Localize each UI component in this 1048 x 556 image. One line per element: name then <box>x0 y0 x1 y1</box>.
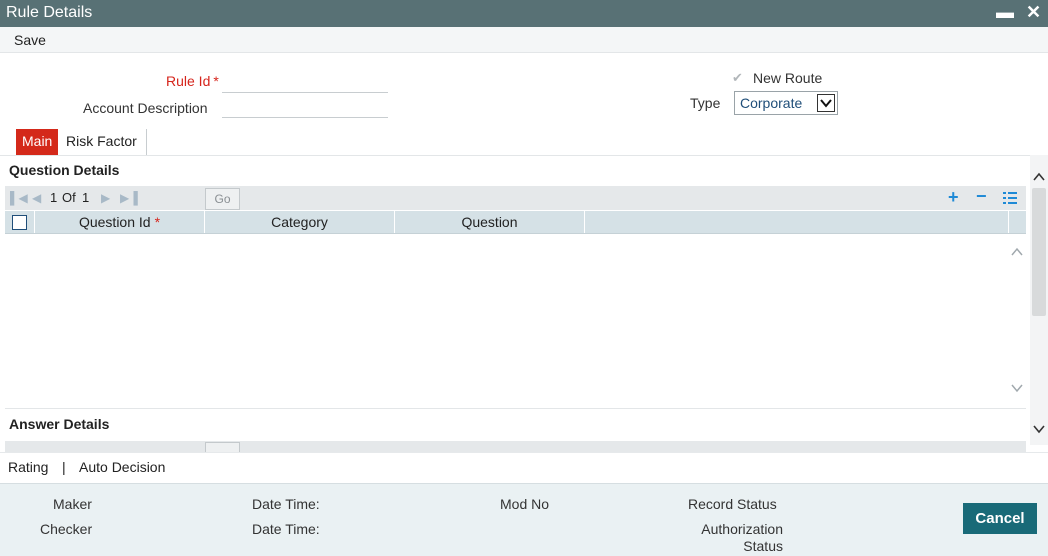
rating-link[interactable]: Rating <box>8 459 48 475</box>
main-scroll-down-icon[interactable] <box>1033 421 1045 437</box>
required-star: * <box>154 214 161 230</box>
auto-decision-link[interactable]: Auto Decision <box>79 459 165 475</box>
next-page-icon[interactable]: ▶ <box>101 191 110 205</box>
type-select-value: Corporate <box>740 95 803 111</box>
cancel-button[interactable]: Cancel <box>963 503 1037 534</box>
delete-row-icon[interactable]: − <box>976 186 987 207</box>
new-route-checkbox[interactable]: ✔ <box>732 71 746 85</box>
new-route-label: New Route <box>753 70 823 86</box>
first-page-icon[interactable]: ▌◀ <box>10 191 28 205</box>
question-pager-bar: ▌◀ ◀ 1 Of 1 ▶ ▶▐ Go + − <box>5 186 1026 210</box>
tab-risk-factor[interactable]: Risk Factor <box>60 129 143 155</box>
close-icon[interactable]: ✕ <box>1026 2 1041 23</box>
question-details-title: Question Details <box>9 162 120 178</box>
save-button[interactable]: Save <box>14 32 46 48</box>
question-grid-body <box>5 234 1026 409</box>
mod-no-label: Mod No <box>500 496 550 512</box>
scroll-down-icon[interactable] <box>1011 380 1023 396</box>
authorization-status-label: Authorization Status <box>701 521 783 554</box>
select-all-checkbox[interactable] <box>12 215 27 230</box>
main-scroll-thumb[interactable] <box>1032 188 1046 316</box>
account-description-input[interactable] <box>222 97 388 118</box>
checker-date-time-label: Date Time: <box>252 521 320 537</box>
chevron-down-icon[interactable] <box>817 94 835 112</box>
previous-page-icon[interactable]: ◀ <box>32 191 41 205</box>
question-grid-header: Question Id * Category Question <box>5 211 1026 234</box>
page-current: 1 <box>50 190 58 205</box>
column-category[interactable]: Category <box>205 211 395 233</box>
rule-id-label-text: Rule Id <box>166 73 211 89</box>
checker-label: Checker <box>40 521 93 537</box>
required-star: * <box>213 73 219 89</box>
main-scrollbar[interactable] <box>1030 155 1048 445</box>
record-status-label: Record Status <box>688 496 777 512</box>
window-title: Rule Details <box>6 4 93 21</box>
page-total: 1 <box>82 190 90 205</box>
page-of-label: Of <box>62 190 76 205</box>
scroll-up-icon[interactable] <box>1011 244 1023 260</box>
column-question-id-label: Question Id <box>78 214 151 230</box>
footer-separator: | <box>62 459 66 475</box>
column-question-id[interactable]: Question Id * <box>35 211 205 233</box>
main-scroll-up-icon[interactable] <box>1033 169 1045 185</box>
list-view-icon[interactable] <box>1003 191 1017 208</box>
maker-label: Maker <box>53 496 92 512</box>
tab-main[interactable]: Main <box>16 129 59 155</box>
go-button[interactable]: Go <box>205 188 240 210</box>
account-description-label: Account Description <box>83 100 208 116</box>
toolbar: Save <box>0 27 1048 53</box>
last-page-icon[interactable]: ▶▐ <box>120 191 138 205</box>
footer-links: Rating | Auto Decision <box>0 452 1048 482</box>
add-row-icon[interactable]: + <box>948 187 959 208</box>
tab-divider <box>146 129 147 155</box>
rule-id-label: Rule Id * <box>166 73 219 89</box>
answer-pager-bar <box>5 441 1026 452</box>
type-label: Type <box>690 95 721 111</box>
column-question[interactable]: Question <box>395 211 585 233</box>
answer-details-title: Answer Details <box>9 416 110 432</box>
maker-date-time-label: Date Time: <box>252 496 320 512</box>
question-grid-scrollbar[interactable] <box>1008 234 1026 409</box>
window-title-bar: Rule Details ▬ ✕ <box>0 0 1048 27</box>
rule-id-input[interactable] <box>222 72 388 93</box>
column-filler <box>585 211 1009 233</box>
tab-underline <box>0 155 1030 156</box>
select-all-column <box>5 211 35 233</box>
minimize-icon[interactable]: ▬ <box>996 2 1014 23</box>
audit-footer: Maker Checker Date Time: Date Time: Mod … <box>0 483 1048 556</box>
type-select[interactable]: Corporate <box>734 91 838 115</box>
answer-go-button[interactable] <box>205 442 240 452</box>
